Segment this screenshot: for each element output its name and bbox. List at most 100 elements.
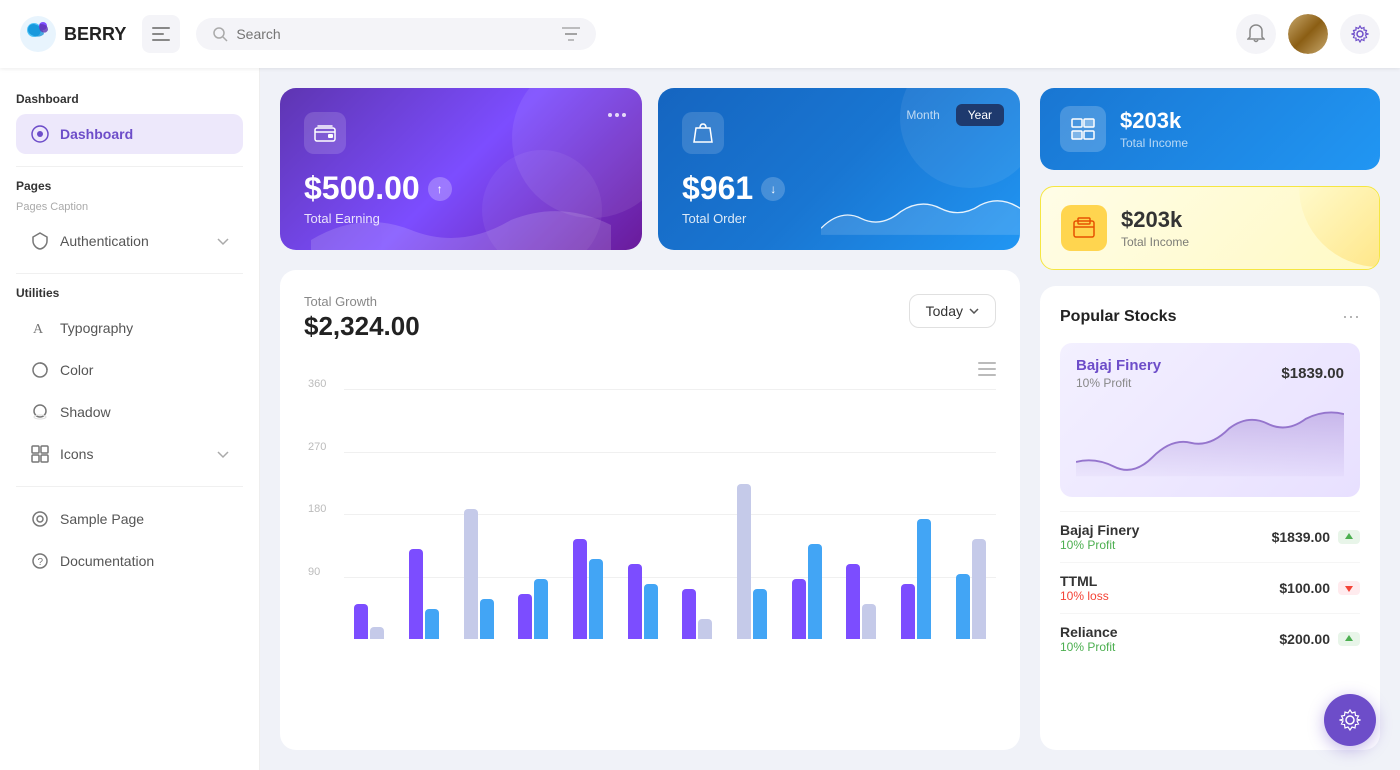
sidebar-item-shadow[interactable]: Shadow (16, 392, 243, 432)
earning-card-more[interactable] (608, 104, 626, 122)
bar-group-4 (518, 579, 548, 639)
income-yellow-icon (1061, 205, 1107, 251)
wallet-icon (314, 124, 336, 142)
fab-gear-icon (1339, 709, 1361, 731)
sidebar-divider-1 (16, 166, 243, 167)
earning-trend-icon: ↑ (428, 177, 452, 201)
stock-row-ttml: TTML 10% loss $100.00 (1060, 562, 1360, 613)
featured-stock-info: Bajaj Finery 10% Profit (1076, 357, 1161, 390)
bar-group-11 (901, 519, 931, 639)
earning-card-icon-wrap (304, 112, 346, 154)
income-yellow-amount: $203k (1121, 207, 1189, 233)
bar-light-7 (698, 619, 712, 639)
sidebar-item-dashboard[interactable]: Dashboard (16, 114, 243, 154)
sidebar-divider-3 (16, 486, 243, 487)
sidebar-item-typography-label: Typography (60, 320, 133, 336)
reliance-info: Reliance 10% Profit (1060, 624, 1118, 654)
main-right: $203k Total Income $203k Total Income (1040, 88, 1380, 750)
bar-purple-9 (792, 579, 806, 639)
bar-blue-11 (917, 519, 931, 639)
grid-label-360: 360 (308, 378, 326, 390)
chart-info: Total Growth $2,324.00 (304, 294, 420, 342)
bar-purple-4 (518, 594, 532, 639)
income-blue-icon (1060, 106, 1106, 152)
bar-purple-1 (354, 604, 368, 639)
sidebar-item-documentation-label: Documentation (60, 553, 154, 569)
featured-stock-header: Bajaj Finery 10% Profit $1839.00 (1076, 357, 1344, 390)
app-body: Dashboard Dashboard Pages Pages Caption … (0, 68, 1400, 770)
grid-label-180: 180 (308, 503, 326, 515)
order-trend-icon: ↓ (761, 177, 785, 201)
ttml-info: TTML 10% loss (1060, 573, 1109, 603)
income-yellow-label: Total Income (1121, 235, 1189, 249)
chart-amount: $2,324.00 (304, 311, 420, 342)
bajaj-info: Bajaj Finery 10% Profit (1060, 522, 1139, 552)
notification-button[interactable] (1236, 14, 1276, 54)
stocks-card: Popular Stocks ··· Bajaj Finery 10% Prof… (1040, 286, 1380, 750)
bajaj-profit: 10% Profit (1060, 538, 1139, 552)
dropdown-arrow-icon (969, 308, 979, 314)
svg-text:?: ? (38, 557, 44, 568)
sample-page-icon (30, 509, 50, 529)
chart-menu-icon[interactable] (978, 362, 996, 376)
bar-blue-9 (808, 544, 822, 639)
sidebar-item-typography[interactable]: A Typography (16, 308, 243, 348)
reliance-trend-badge (1338, 632, 1360, 646)
bar-blue-8 (753, 589, 767, 639)
sidebar-section-dashboard: Dashboard (16, 92, 243, 106)
today-label: Today (926, 303, 963, 319)
sidebar-item-color[interactable]: Color (16, 350, 243, 390)
gear-icon (1351, 25, 1369, 43)
featured-stock-name: Bajaj Finery (1076, 357, 1161, 374)
bar-light-8 (737, 484, 751, 639)
year-toggle[interactable]: Year (956, 104, 1004, 126)
bajaj-trend-badge (1338, 530, 1360, 544)
total-earning-card: $500.00 ↑ Total Earning (280, 88, 642, 250)
ttml-trend-badge (1338, 581, 1360, 595)
income-blue-info: $203k Total Income (1120, 108, 1188, 150)
ttml-right: $100.00 (1279, 580, 1360, 596)
today-filter-button[interactable]: Today (909, 294, 996, 328)
stock-row-reliance: Reliance 10% Profit $200.00 (1060, 613, 1360, 664)
documentation-icon: ? (30, 551, 50, 571)
sidebar-item-authentication[interactable]: Authentication (16, 221, 243, 261)
menu-button[interactable] (142, 15, 180, 53)
sidebar-item-documentation[interactable]: ? Documentation (16, 541, 243, 581)
sidebar-item-icons[interactable]: Icons (16, 434, 243, 474)
main-content: $500.00 ↑ Total Earning (260, 68, 1400, 770)
bar-group-12 (956, 539, 986, 639)
reliance-profit: 10% Profit (1060, 640, 1118, 654)
header-right (1236, 14, 1380, 54)
bars-container (344, 389, 996, 639)
grid-label-270: 270 (308, 441, 326, 453)
hamburger-icon (152, 27, 170, 41)
bar-light-12 (972, 539, 986, 639)
sidebar-item-dashboard-label: Dashboard (60, 126, 133, 142)
bar-blue-12 (956, 574, 970, 639)
chart-header: Total Growth $2,324.00 Today (304, 294, 996, 342)
bar-light-10 (862, 604, 876, 639)
logo-icon (20, 16, 56, 52)
month-year-toggle: Month Year (894, 104, 1004, 126)
grid-label-90: 90 (308, 566, 320, 578)
sidebar-item-authentication-label: Authentication (60, 233, 149, 249)
search-input[interactable] (236, 26, 554, 42)
reliance-price: $200.00 (1279, 631, 1330, 647)
sidebar-section-utilities: Utilities (16, 286, 243, 300)
reliance-right: $200.00 (1279, 631, 1360, 647)
sidebar-section-pages: Pages (16, 179, 243, 193)
sidebar-item-sample-page[interactable]: Sample Page (16, 499, 243, 539)
featured-stock-card: Bajaj Finery 10% Profit $1839.00 (1060, 343, 1360, 497)
bar-group-1 (354, 604, 384, 639)
bar-blue-5 (589, 559, 603, 639)
settings-button[interactable] (1340, 14, 1380, 54)
sidebar-divider-2 (16, 273, 243, 274)
chevron-down-icon (217, 233, 229, 249)
dashboard-icon (30, 124, 50, 144)
month-toggle[interactable]: Month (894, 104, 951, 126)
stocks-more-icon[interactable]: ··· (1342, 306, 1360, 327)
fab-settings-button[interactable] (1324, 694, 1376, 746)
logo: BERRY (20, 16, 126, 52)
sidebar-item-color-label: Color (60, 362, 93, 378)
avatar[interactable] (1288, 14, 1328, 54)
